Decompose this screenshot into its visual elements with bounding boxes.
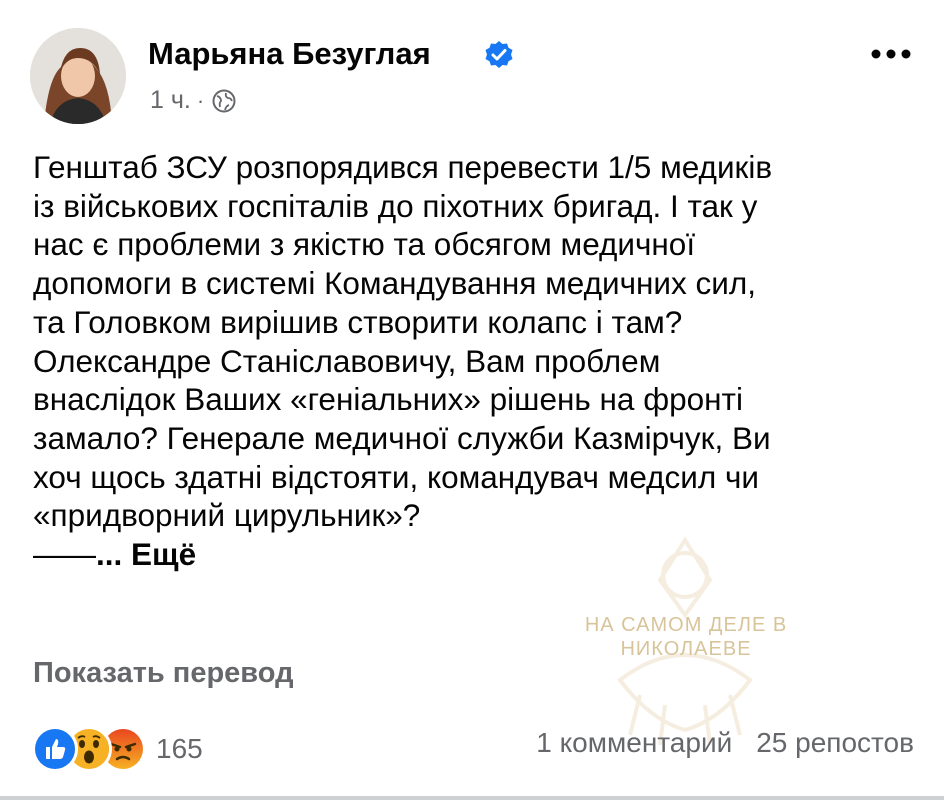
avatar-image — [30, 28, 126, 124]
post-line: із військових госпіталів до піхотних бри… — [33, 187, 758, 224]
like-icon — [32, 726, 78, 772]
show-translation-link[interactable]: Показать перевод — [33, 657, 293, 690]
post-line: Генштаб ЗСУ розпорядився перевести 1/5 м… — [33, 149, 773, 185]
post-line: та Головком вирішив створити колапс і та… — [33, 303, 683, 340]
see-more-link[interactable]: ... Ещё — [96, 536, 196, 572]
watermark-line-1: НА САМОМ ДЕЛЕ В — [584, 614, 788, 636]
watermark-text: НА САМОМ ДЕЛЕ В НИКОЛАЕВЕ — [556, 613, 816, 661]
post-meta: 1 ч. · — [150, 86, 236, 115]
post-tail-dash: —— — [33, 536, 96, 573]
post-text: Генштаб ЗСУ розпорядився перевести 1/5 м… — [33, 148, 913, 574]
meta-separator: · — [196, 87, 205, 113]
more-options-icon[interactable] — [870, 47, 912, 61]
verified-badge-icon — [485, 41, 513, 68]
watermark-line-2: НИКОЛАЕВЕ — [620, 638, 752, 660]
bottom-divider — [0, 796, 944, 800]
reaction-count: 165 — [156, 733, 203, 764]
post-line: замало? Генерале медичної служби Казмірч… — [33, 419, 771, 456]
globe-icon[interactable] — [212, 89, 236, 113]
author-avatar[interactable] — [30, 28, 126, 124]
post-line: внаслідок Ваших «геніальних» рішень на ф… — [33, 381, 743, 418]
reactions-summary[interactable]: 165 — [32, 726, 203, 772]
author-name[interactable]: Марьяна Безуглая — [148, 36, 431, 72]
post-line-last: ——... Ещё — [33, 535, 913, 574]
shares-count-link[interactable]: 25 репостов — [756, 727, 914, 759]
post-line: «придворний цирульник»? — [33, 497, 421, 534]
post-stats: 1 комментарий 25 репостов — [536, 727, 914, 759]
post-time[interactable]: 1 ч. — [150, 86, 191, 115]
post-line: допомоги в системі Командування медичних… — [33, 265, 756, 302]
post-line: нас є проблеми з якістю та обсягом медич… — [33, 226, 696, 263]
comments-count-link[interactable]: 1 комментарий — [536, 727, 732, 759]
post-line: Олександре Станіславовичу, Вам проблем — [33, 342, 661, 379]
post-line: хоч щось здатні відстояти, командувач ме… — [33, 458, 760, 495]
